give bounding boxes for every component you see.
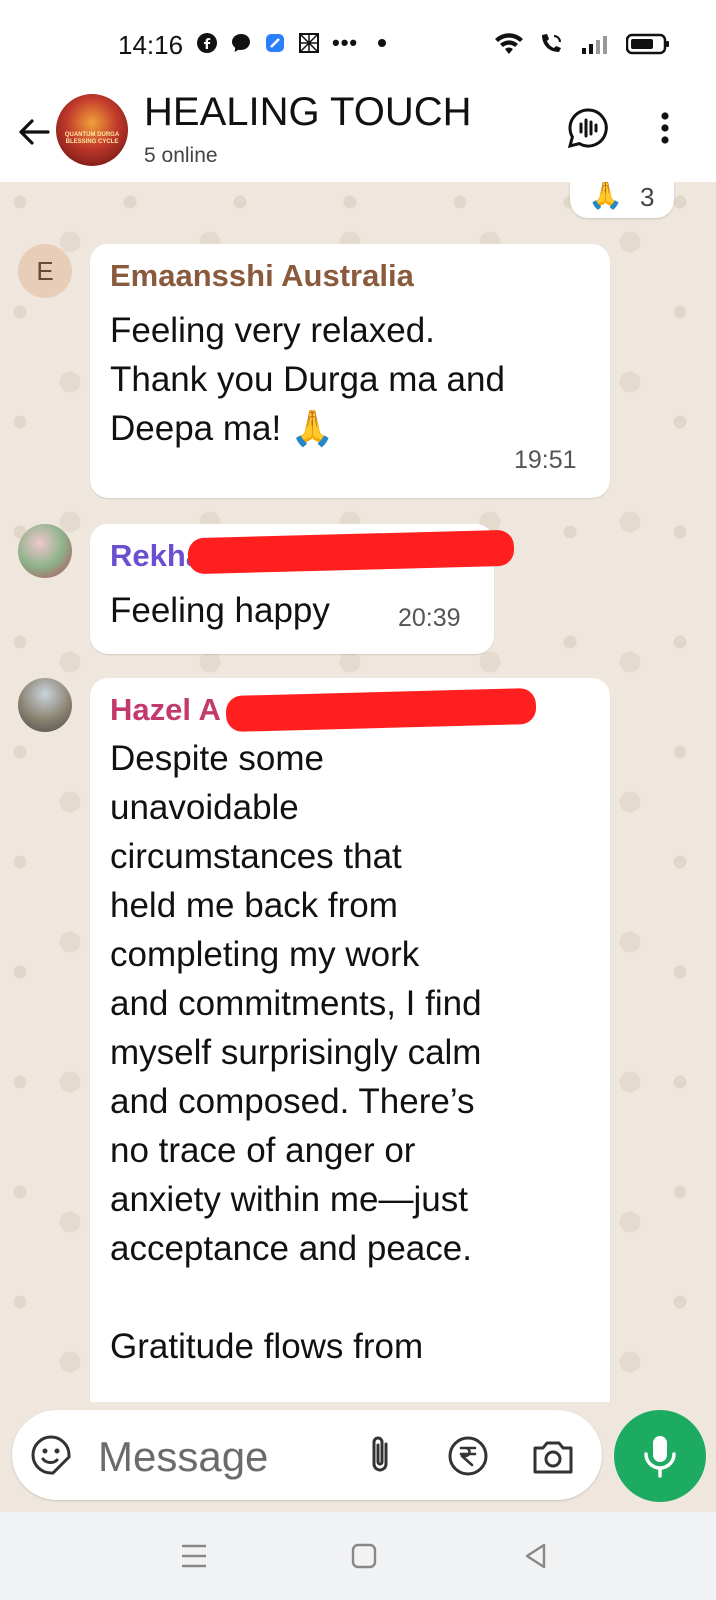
- reaction-chip[interactable]: 🙏 3: [570, 182, 674, 218]
- message-time: 19:51: [514, 446, 577, 474]
- reaction-count: 3: [640, 182, 655, 212]
- folded-hands-emoji: 🙏: [588, 182, 623, 210]
- message-time: 20:39: [398, 604, 461, 632]
- home-icon[interactable]: [344, 1536, 384, 1576]
- message-text: Feeling very relaxed. Thank you Durga ma…: [110, 311, 505, 448]
- avatar[interactable]: E: [18, 244, 72, 298]
- app-notification-icon: [266, 34, 284, 52]
- message-bubble[interactable]: Emaansshi Australia Feeling very relaxed…: [90, 244, 610, 498]
- message-bubble[interactable]: Hazel A Despite some unavoidable circums…: [90, 678, 610, 1402]
- avatar-initial: E: [36, 256, 54, 286]
- avatar[interactable]: [18, 678, 72, 732]
- online-count: 5 online: [144, 144, 218, 167]
- microphone-icon: [644, 1436, 676, 1478]
- dot-indicator: [378, 39, 387, 47]
- paperclip-icon[interactable]: [360, 1432, 400, 1478]
- redaction-mark: [187, 529, 515, 575]
- chat-header[interactable]: QUANTUM DURGA BLESSING CYCLE HEALING TOU…: [0, 84, 716, 182]
- rupee-payment-icon[interactable]: [446, 1434, 490, 1478]
- message-bubble[interactable]: Rekha P Feeling happy 20:39: [90, 524, 515, 654]
- message-input[interactable]: [96, 1430, 300, 1484]
- group-title[interactable]: HEALING TOUCH: [144, 90, 471, 135]
- avatar[interactable]: [18, 524, 72, 578]
- voice-message-button[interactable]: [614, 1410, 706, 1502]
- chat-area[interactable]: 🙏 3 E Emaansshi Australia Feeling very r…: [0, 182, 716, 1402]
- recent-apps-icon[interactable]: [174, 1536, 214, 1576]
- system-navigation-bar: [0, 1512, 716, 1600]
- chat-bubble-icon: [232, 34, 250, 52]
- sender-name[interactable]: Emaansshi Australia: [110, 258, 414, 294]
- status-time: 14:16: [118, 30, 184, 60]
- status-bar: 14:16 •••: [0, 0, 716, 84]
- group-avatar-text: QUANTUM DURGA BLESSING CYCLE: [64, 132, 120, 145]
- more-options-icon[interactable]: [650, 106, 680, 150]
- grid-app-icon: [299, 33, 319, 53]
- wifi-icon: [495, 33, 523, 54]
- redaction-mark: [225, 687, 537, 733]
- group-avatar[interactable]: QUANTUM DURGA BLESSING CYCLE: [56, 94, 128, 166]
- wifi-calling-icon: [542, 34, 561, 52]
- voice-chat-icon[interactable]: [566, 106, 610, 150]
- camera-icon[interactable]: [530, 1434, 576, 1478]
- system-status-icons: [494, 32, 670, 56]
- notification-icons: •••: [196, 30, 387, 56]
- message-text: Feeling happy: [110, 591, 330, 630]
- more-notifications-indicator: •••: [332, 30, 359, 55]
- signal-icon: [582, 36, 607, 54]
- sender-name[interactable]: Hazel A: [110, 692, 221, 728]
- back-arrow-icon[interactable]: [12, 110, 56, 154]
- back-triangle-icon[interactable]: [516, 1536, 556, 1576]
- battery-icon: [626, 33, 669, 55]
- facebook-icon: [197, 33, 217, 53]
- sticker-emoji-icon[interactable]: [30, 1434, 72, 1476]
- message-text: Despite some unavoidable circumstances t…: [110, 739, 482, 1366]
- message-composer: [12, 1410, 602, 1500]
